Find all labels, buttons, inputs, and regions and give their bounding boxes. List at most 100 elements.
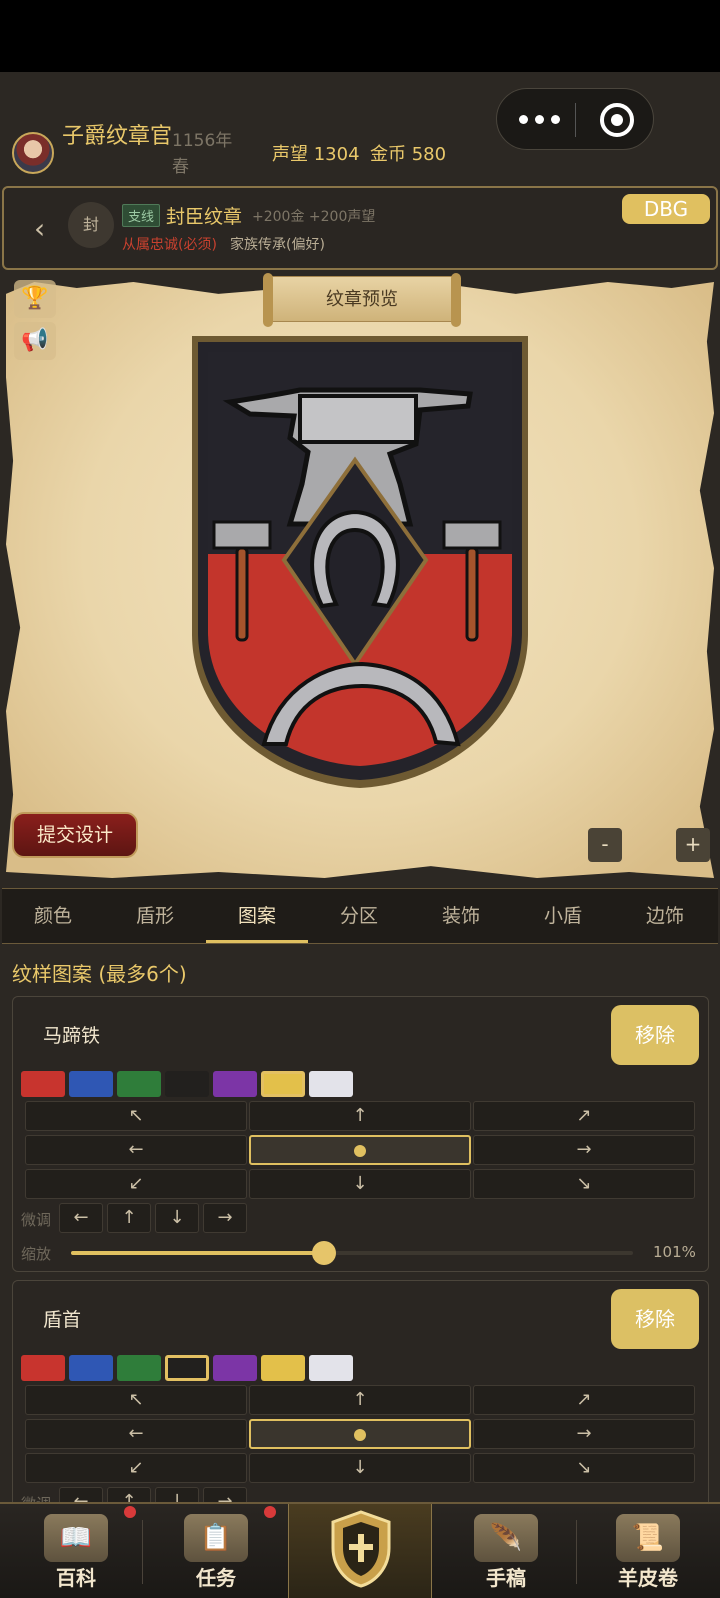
color-swatch-black[interactable] bbox=[165, 1355, 209, 1381]
coat-of-arms-preview: 纹章预览 🏆 📢 提交设计 - + bbox=[0, 273, 720, 886]
move-up-button[interactable]: ↑ bbox=[249, 1385, 471, 1415]
scroll-list-icon: 📋 bbox=[184, 1514, 248, 1562]
top-bar: 子爵纹章官 1156年春 声望 1304 金币 580 bbox=[0, 72, 720, 182]
color-swatch-purple[interactable] bbox=[213, 1355, 257, 1381]
tab-ornaments[interactable]: 装饰 bbox=[410, 889, 512, 943]
more-icon[interactable] bbox=[519, 103, 569, 135]
color-swatch-silver[interactable] bbox=[309, 1355, 353, 1381]
color-swatch-red[interactable] bbox=[21, 1355, 65, 1381]
player-title: 子爵纹章官 bbox=[62, 124, 173, 149]
charge-name: 盾首 bbox=[43, 1309, 82, 1331]
scale-slider[interactable] bbox=[71, 1241, 633, 1265]
trophy-icon[interactable]: 🏆 bbox=[14, 280, 56, 318]
zoom-out-button[interactable]: - bbox=[588, 828, 622, 862]
scale-slider-fill bbox=[71, 1251, 324, 1255]
quest-panel: ‹ 封 支线 封臣纹章 +200金 +200声望 从属忠诚(必须) 家族传承(偏… bbox=[2, 186, 718, 270]
book-icon: 📖 bbox=[44, 1514, 108, 1562]
nav-label: 羊皮卷 bbox=[618, 1566, 678, 1590]
editor-tabs: 颜色 盾形 图案 分区 装饰 小盾 边饰 bbox=[2, 888, 718, 944]
move-left-button[interactable]: ← bbox=[25, 1135, 247, 1165]
quest-requirement-preferred: 家族传承(偏好) bbox=[230, 237, 325, 253]
shield-preview bbox=[192, 336, 528, 788]
nudge-up-button[interactable]: ↑ bbox=[107, 1203, 151, 1233]
move-down-right-button[interactable]: ↘ bbox=[473, 1169, 695, 1199]
remove-charge-button[interactable]: 移除 bbox=[611, 1005, 699, 1065]
chevron-left-icon[interactable]: ‹ bbox=[34, 212, 45, 245]
nav-manuscript[interactable]: 🪶 手稿 bbox=[436, 1504, 576, 1598]
color-swatch-blue[interactable] bbox=[69, 1355, 113, 1381]
quest-title: 封臣纹章 bbox=[166, 206, 243, 228]
zoom-in-button[interactable]: + bbox=[676, 828, 710, 862]
quest-type-tag: 支线 bbox=[122, 204, 161, 227]
move-up-right-button[interactable]: ↗ bbox=[473, 1385, 695, 1415]
move-up-left-button[interactable]: ↖ bbox=[25, 1385, 247, 1415]
preview-banner: 纹章预览 bbox=[263, 273, 461, 327]
quest-reward: +200金 +200声望 bbox=[252, 209, 376, 225]
gold-counter: 金币 580 bbox=[370, 144, 447, 165]
move-up-left-button[interactable]: ↖ bbox=[25, 1101, 247, 1131]
move-left-button[interactable]: ← bbox=[25, 1419, 247, 1449]
color-swatch-gold[interactable] bbox=[261, 1355, 305, 1381]
notification-dot bbox=[124, 1506, 136, 1518]
tab-color[interactable]: 颜色 bbox=[2, 889, 104, 943]
nudge-right-button[interactable]: → bbox=[203, 1203, 247, 1233]
tab-shield-shape[interactable]: 盾形 bbox=[104, 889, 206, 943]
center-position-button[interactable] bbox=[249, 1419, 471, 1449]
tab-border[interactable]: 边饰 bbox=[614, 889, 716, 943]
nav-quests[interactable]: 📋 任务 bbox=[146, 1504, 286, 1598]
move-down-left-button[interactable]: ↙ bbox=[25, 1169, 247, 1199]
color-swatch-silver[interactable] bbox=[309, 1071, 353, 1097]
nav-heraldry[interactable] bbox=[288, 1504, 432, 1598]
nudge-left-button[interactable]: ← bbox=[59, 1203, 103, 1233]
nav-encyclopedia[interactable]: 📖 百科 bbox=[6, 1504, 146, 1598]
avatar[interactable] bbox=[12, 132, 54, 174]
fine-tune-label: 微调 bbox=[21, 1211, 52, 1229]
tab-charges[interactable]: 图案 bbox=[206, 889, 308, 943]
move-down-left-button[interactable]: ↙ bbox=[25, 1453, 247, 1483]
scale-value: 101% bbox=[653, 1243, 696, 1261]
center-dot-icon bbox=[354, 1145, 366, 1157]
move-down-button[interactable]: ↓ bbox=[249, 1453, 471, 1483]
color-swatch-red[interactable] bbox=[21, 1071, 65, 1097]
capsule-divider bbox=[575, 103, 576, 137]
preview-banner-label: 纹章预览 bbox=[326, 289, 398, 310]
shield-crest-icon bbox=[331, 1510, 391, 1588]
mini-program-capsule bbox=[496, 88, 654, 150]
submit-design-button[interactable]: 提交设计 bbox=[12, 812, 138, 858]
nav-divider bbox=[142, 1520, 143, 1584]
scale-slider-knob[interactable] bbox=[311, 1241, 336, 1265]
status-bar bbox=[0, 0, 720, 72]
tab-small-shield[interactable]: 小盾 bbox=[512, 889, 614, 943]
scale-label: 缩放 bbox=[21, 1245, 52, 1263]
color-swatch-green[interactable] bbox=[117, 1355, 161, 1381]
nudge-down-button[interactable]: ↓ bbox=[155, 1203, 199, 1233]
nav-parchment[interactable]: 📜 羊皮卷 bbox=[578, 1504, 718, 1598]
quest-seal: 封 bbox=[68, 202, 114, 248]
debug-button[interactable]: DBG bbox=[622, 194, 710, 224]
color-swatch-black[interactable] bbox=[165, 1071, 209, 1097]
move-down-button[interactable]: ↓ bbox=[249, 1169, 471, 1199]
move-right-button[interactable]: → bbox=[473, 1135, 695, 1165]
close-mini-program-icon[interactable] bbox=[600, 103, 634, 137]
megaphone-icon[interactable]: 📢 bbox=[14, 322, 56, 360]
center-position-button[interactable] bbox=[249, 1135, 471, 1165]
charges-section-title: 纹样图案 (最多6个) bbox=[12, 962, 187, 986]
parchment-scroll-icon: 📜 bbox=[616, 1514, 680, 1562]
center-dot-icon bbox=[354, 1429, 366, 1441]
color-swatch-green[interactable] bbox=[117, 1071, 161, 1097]
color-swatch-purple[interactable] bbox=[213, 1071, 257, 1097]
tab-partition[interactable]: 分区 bbox=[308, 889, 410, 943]
charge-name: 马蹄铁 bbox=[43, 1025, 101, 1047]
move-down-right-button[interactable]: ↘ bbox=[473, 1453, 695, 1483]
move-up-button[interactable]: ↑ bbox=[249, 1101, 471, 1131]
charge-card: 马蹄铁 移除 ↖ ↑ ↗ ← → ↙ ↓ ↘ 微调 ← ↑ ↓ → 缩放 101… bbox=[12, 996, 709, 1272]
color-swatch-blue[interactable] bbox=[69, 1071, 113, 1097]
color-swatch-gold[interactable] bbox=[261, 1071, 305, 1097]
charge-card: 盾首 移除 ↖ ↑ ↗ ← → ↙ ↓ ↘ 微调 ← ↑ ↓ → bbox=[12, 1280, 709, 1510]
move-up-right-button[interactable]: ↗ bbox=[473, 1101, 695, 1131]
prestige-counter: 声望 1304 bbox=[272, 144, 360, 165]
nav-divider bbox=[576, 1520, 577, 1584]
quest-requirement-required: 从属忠诚(必须) bbox=[122, 237, 217, 253]
move-right-button[interactable]: → bbox=[473, 1419, 695, 1449]
remove-charge-button[interactable]: 移除 bbox=[611, 1289, 699, 1349]
